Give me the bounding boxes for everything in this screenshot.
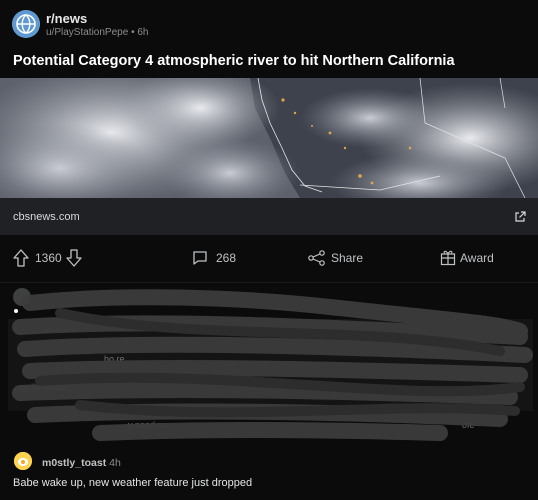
comment-bubble-icon[interactable] <box>192 250 208 271</box>
award-button[interactable]: Award <box>460 251 494 265</box>
redacted-comment-block: ho re ...op/produce y need ru ofe <box>0 283 538 443</box>
comment-author-line: m0stly_toast 4h <box>42 457 121 469</box>
share-button[interactable]: Share <box>331 251 363 265</box>
comment-text: Babe wake up, new weather feature just d… <box>13 477 253 489</box>
post-thumbnail-image[interactable] <box>0 78 538 198</box>
post-meta: u/PlayStationPepe • 6h <box>46 27 148 38</box>
external-link-icon[interactable] <box>514 210 526 222</box>
post-age: 6h <box>137 27 149 38</box>
award-gift-icon[interactable] <box>440 249 456 271</box>
link-domain[interactable]: cbsnews.com <box>13 211 80 223</box>
subreddit-name[interactable]: r/news <box>46 11 87 26</box>
upvote-arrow-icon[interactable] <box>13 249 29 272</box>
subreddit-icon[interactable] <box>12 10 40 38</box>
comment-author[interactable]: m0stly_toast <box>42 457 106 469</box>
vote-count: 1360 <box>35 251 62 265</box>
post-title[interactable]: Potential Category 4 atmospheric river t… <box>13 53 455 69</box>
post-header: r/news u/PlayStationPepe • 6h <box>0 0 538 44</box>
link-domain-bar[interactable] <box>0 198 538 235</box>
share-icon[interactable] <box>308 250 325 271</box>
downvote-arrow-icon[interactable] <box>66 249 82 272</box>
comment-count[interactable]: 268 <box>216 251 236 265</box>
comment-age: 4h <box>109 457 121 469</box>
commenter-avatar[interactable] <box>14 452 32 470</box>
post-author[interactable]: u/PlayStationPepe <box>46 27 128 38</box>
